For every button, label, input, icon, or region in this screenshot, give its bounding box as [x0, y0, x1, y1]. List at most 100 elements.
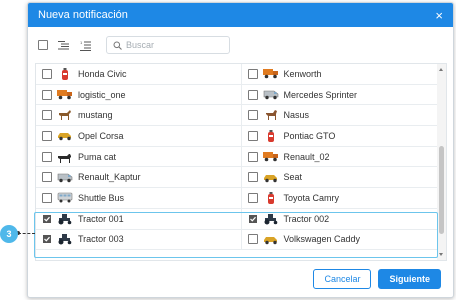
unit-name: Honda Civic — [78, 68, 127, 79]
numbered-list-icon[interactable]: 1 — [78, 38, 92, 52]
unit-checkbox[interactable] — [42, 192, 52, 203]
unit-checkbox[interactable] — [42, 130, 52, 141]
unit-item[interactable]: Opel Corsa — [36, 126, 242, 146]
unit-name: Renault_02 — [283, 151, 330, 162]
unit-name: Mercedes Sprinter — [283, 89, 358, 100]
tractor-icon — [263, 213, 279, 225]
unit-checkbox[interactable] — [247, 213, 258, 224]
unit-checkbox[interactable] — [247, 234, 258, 245]
unit-name: logistic_one — [78, 89, 126, 100]
unit-item[interactable]: logistic_one — [36, 84, 242, 105]
truck-icon — [57, 89, 73, 101]
car-icon — [263, 171, 279, 183]
unit-name: Puma cat — [78, 151, 117, 162]
unit-checkbox[interactable] — [42, 110, 52, 121]
unit-item[interactable]: Nasus — [242, 105, 447, 125]
unit-list: Honda Civic Kenworth logistic_one Mercedes … — [35, 63, 447, 261]
unit-name: Tractor 001 — [78, 213, 124, 224]
unit-row: Opel Corsa Pontiac GTO — [36, 126, 446, 147]
unit-row: mustang Nasus — [36, 105, 447, 127]
unit-name: Toyota Camry — [283, 192, 340, 203]
unit-item[interactable]: Tractor 003 — [36, 229, 242, 250]
unit-name: Tractor 003 — [78, 234, 124, 245]
unit-item[interactable]: Volkswagen Caddy — [242, 230, 447, 250]
unit-checkbox[interactable] — [247, 172, 258, 183]
unit-item[interactable]: Seat — [242, 167, 447, 187]
toolbar: 1 — [28, 27, 453, 63]
unit-row: Shuttle Bus Toyota Camry — [36, 188, 446, 209]
unit-checkbox[interactable] — [247, 151, 258, 162]
unit-item[interactable]: Tractor 001 — [36, 208, 242, 229]
unit-checkbox[interactable] — [42, 89, 52, 100]
unit-checkbox[interactable] — [247, 110, 258, 121]
dog-icon — [263, 109, 279, 121]
unit-checkbox[interactable] — [42, 68, 52, 79]
search-icon — [113, 38, 122, 52]
fire-extinguisher-icon — [263, 191, 279, 204]
tractor-icon — [57, 213, 73, 225]
search-input[interactable] — [126, 40, 226, 50]
list-icon[interactable] — [56, 38, 70, 52]
callout-connector — [18, 233, 35, 234]
unit-checkbox[interactable] — [247, 68, 258, 79]
next-button[interactable]: Siguiente — [378, 269, 441, 289]
unit-name: Pontiac GTO — [283, 130, 336, 141]
unit-item[interactable]: Toyota Camry — [242, 188, 447, 208]
unit-name: Renault_Kaptur — [78, 172, 141, 183]
close-icon[interactable]: × — [435, 9, 443, 22]
unit-item[interactable]: Honda Civic — [36, 64, 242, 84]
scrollbar[interactable] — [437, 64, 446, 260]
dialog-header: Nueva notificación × — [28, 3, 453, 27]
unit-checkbox[interactable] — [42, 151, 52, 162]
search-box[interactable] — [106, 36, 230, 54]
bus-icon — [57, 192, 73, 204]
unit-checkbox[interactable] — [247, 192, 258, 203]
unit-name: Kenworth — [283, 68, 322, 79]
cat-icon — [57, 151, 73, 163]
dialog-title: Nueva notificación — [38, 9, 128, 21]
unit-item[interactable]: Tractor 002 — [242, 209, 447, 229]
unit-name: mustang — [78, 110, 113, 121]
fire-extinguisher-icon — [263, 129, 279, 142]
unit-name: Tractor 002 — [283, 213, 330, 224]
unit-checkbox[interactable] — [42, 234, 52, 245]
unit-name: Nasus — [283, 110, 310, 121]
unit-name: Opel Corsa — [78, 130, 124, 141]
unit-rows: Honda Civic Kenworth logistic_one Mercedes … — [36, 64, 447, 251]
car-icon — [263, 233, 279, 245]
van-icon — [57, 171, 73, 183]
unit-checkbox[interactable] — [42, 172, 52, 183]
scroll-down-arrow-icon[interactable] — [439, 253, 443, 256]
svg-text:1: 1 — [80, 40, 83, 45]
unit-row: Tractor 003 Volkswagen Caddy — [36, 229, 447, 251]
unit-item[interactable]: Mercedes Sprinter — [242, 85, 447, 105]
unit-item[interactable]: mustang — [36, 105, 242, 126]
unit-checkbox[interactable] — [42, 213, 52, 224]
fire-extinguisher-icon — [57, 67, 73, 80]
cancel-button[interactable]: Cancelar — [313, 269, 372, 289]
unit-item[interactable]: Renault_Kaptur — [36, 167, 242, 188]
unit-name: Shuttle Bus — [78, 192, 125, 203]
unit-row: Tractor 001 Tractor 002 — [36, 208, 447, 230]
unit-item[interactable]: Renault_02 — [242, 147, 447, 167]
tractor-icon — [57, 233, 73, 245]
scroll-up-arrow-icon[interactable] — [439, 68, 443, 71]
unit-item[interactable]: Pontiac GTO — [242, 126, 447, 146]
unit-name: Volkswagen Caddy — [283, 234, 361, 245]
unit-row: Honda Civic Kenworth — [36, 64, 446, 85]
select-all-checkbox[interactable] — [38, 40, 48, 50]
unit-item[interactable]: Kenworth — [242, 64, 447, 84]
scroll-thumb[interactable] — [439, 146, 444, 234]
unit-item[interactable]: Puma cat — [36, 146, 242, 167]
unit-checkbox[interactable] — [247, 130, 258, 141]
unit-row: logistic_one Mercedes Sprinter — [36, 84, 447, 106]
new-notification-dialog: Nueva notificación × 1 Honda Civic Kenwor… — [27, 2, 454, 298]
unit-row: Puma cat Renault_02 — [36, 146, 447, 168]
truck-icon — [262, 151, 279, 163]
unit-checkbox[interactable] — [247, 89, 258, 100]
unit-item[interactable]: Shuttle Bus — [36, 188, 242, 208]
horse-icon — [57, 109, 73, 121]
car-icon — [57, 130, 73, 142]
dialog-footer: Cancelar Siguiente — [313, 269, 441, 289]
truck-icon — [262, 68, 279, 80]
